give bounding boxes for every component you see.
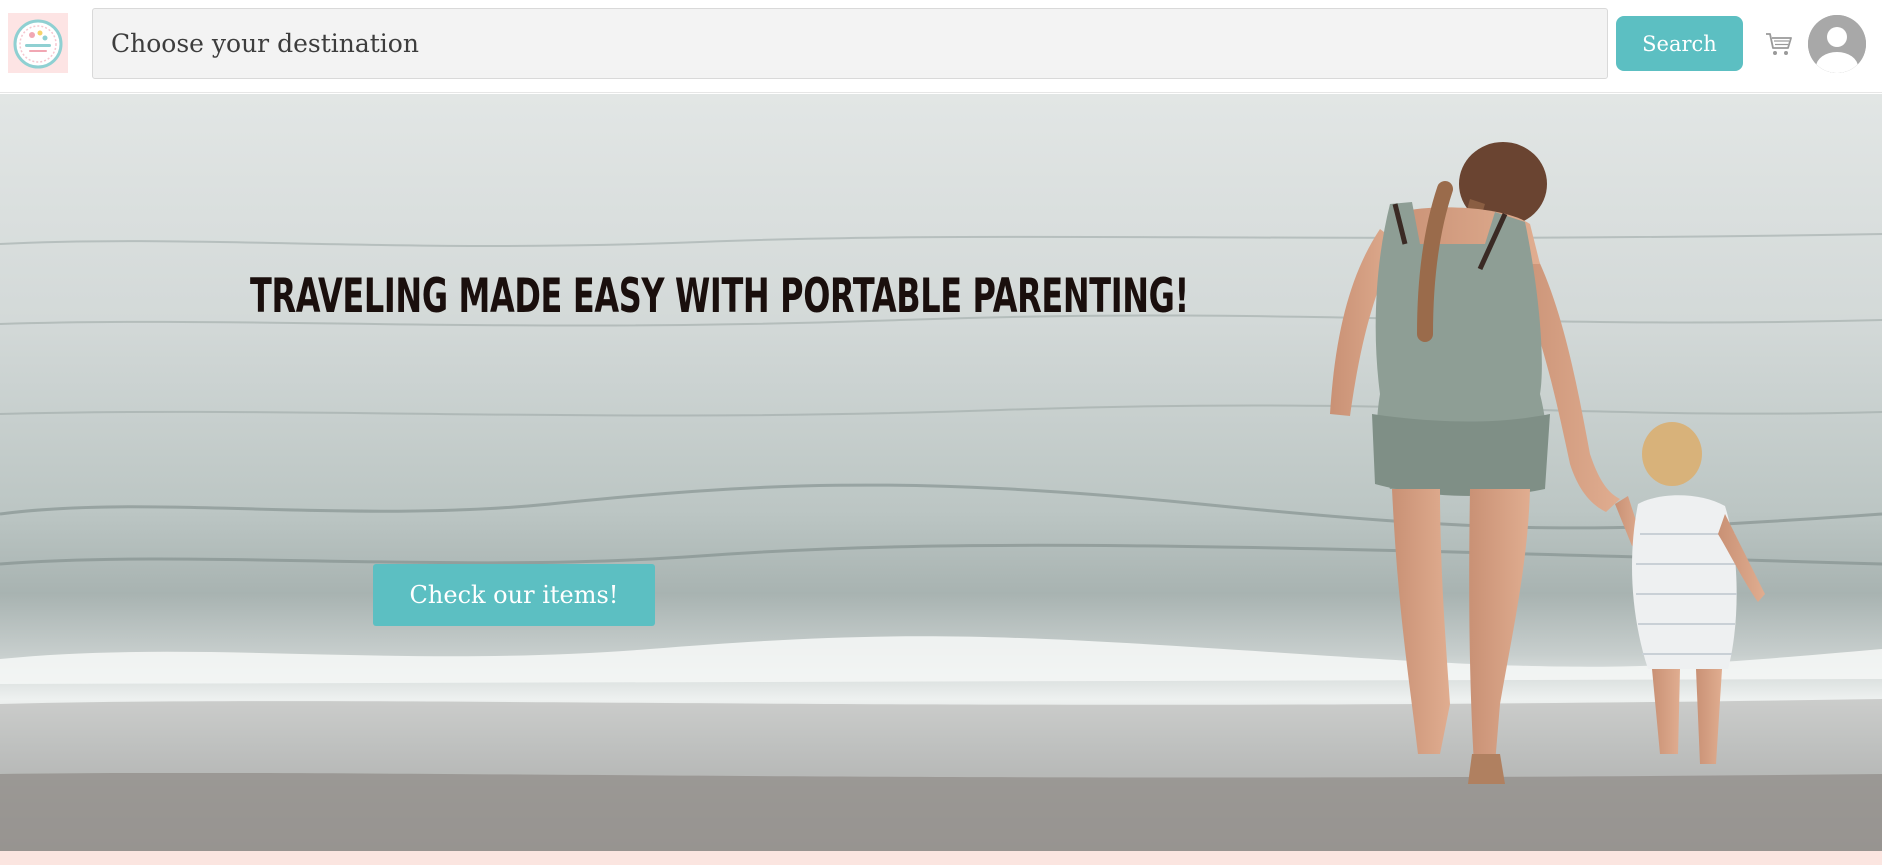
hero-headline: TRAVELING MADE EASY WITH PORTABLE PARENT…	[250, 269, 1189, 324]
hero-banner: TRAVELING MADE EASY WITH PORTABLE PARENT…	[0, 94, 1882, 851]
cart-icon[interactable]	[1764, 30, 1794, 58]
destination-search-input[interactable]	[92, 8, 1608, 79]
beach-hero-image	[0, 94, 1882, 851]
check-items-button[interactable]: Check our items!	[373, 564, 655, 626]
logo[interactable]	[8, 13, 68, 73]
top-navigation-bar: Search	[0, 0, 1882, 93]
search-button[interactable]: Search	[1616, 16, 1743, 71]
user-avatar-icon[interactable]	[1808, 15, 1866, 73]
footer-strip	[0, 851, 1882, 865]
portable-parenting-logo-icon	[13, 19, 63, 69]
